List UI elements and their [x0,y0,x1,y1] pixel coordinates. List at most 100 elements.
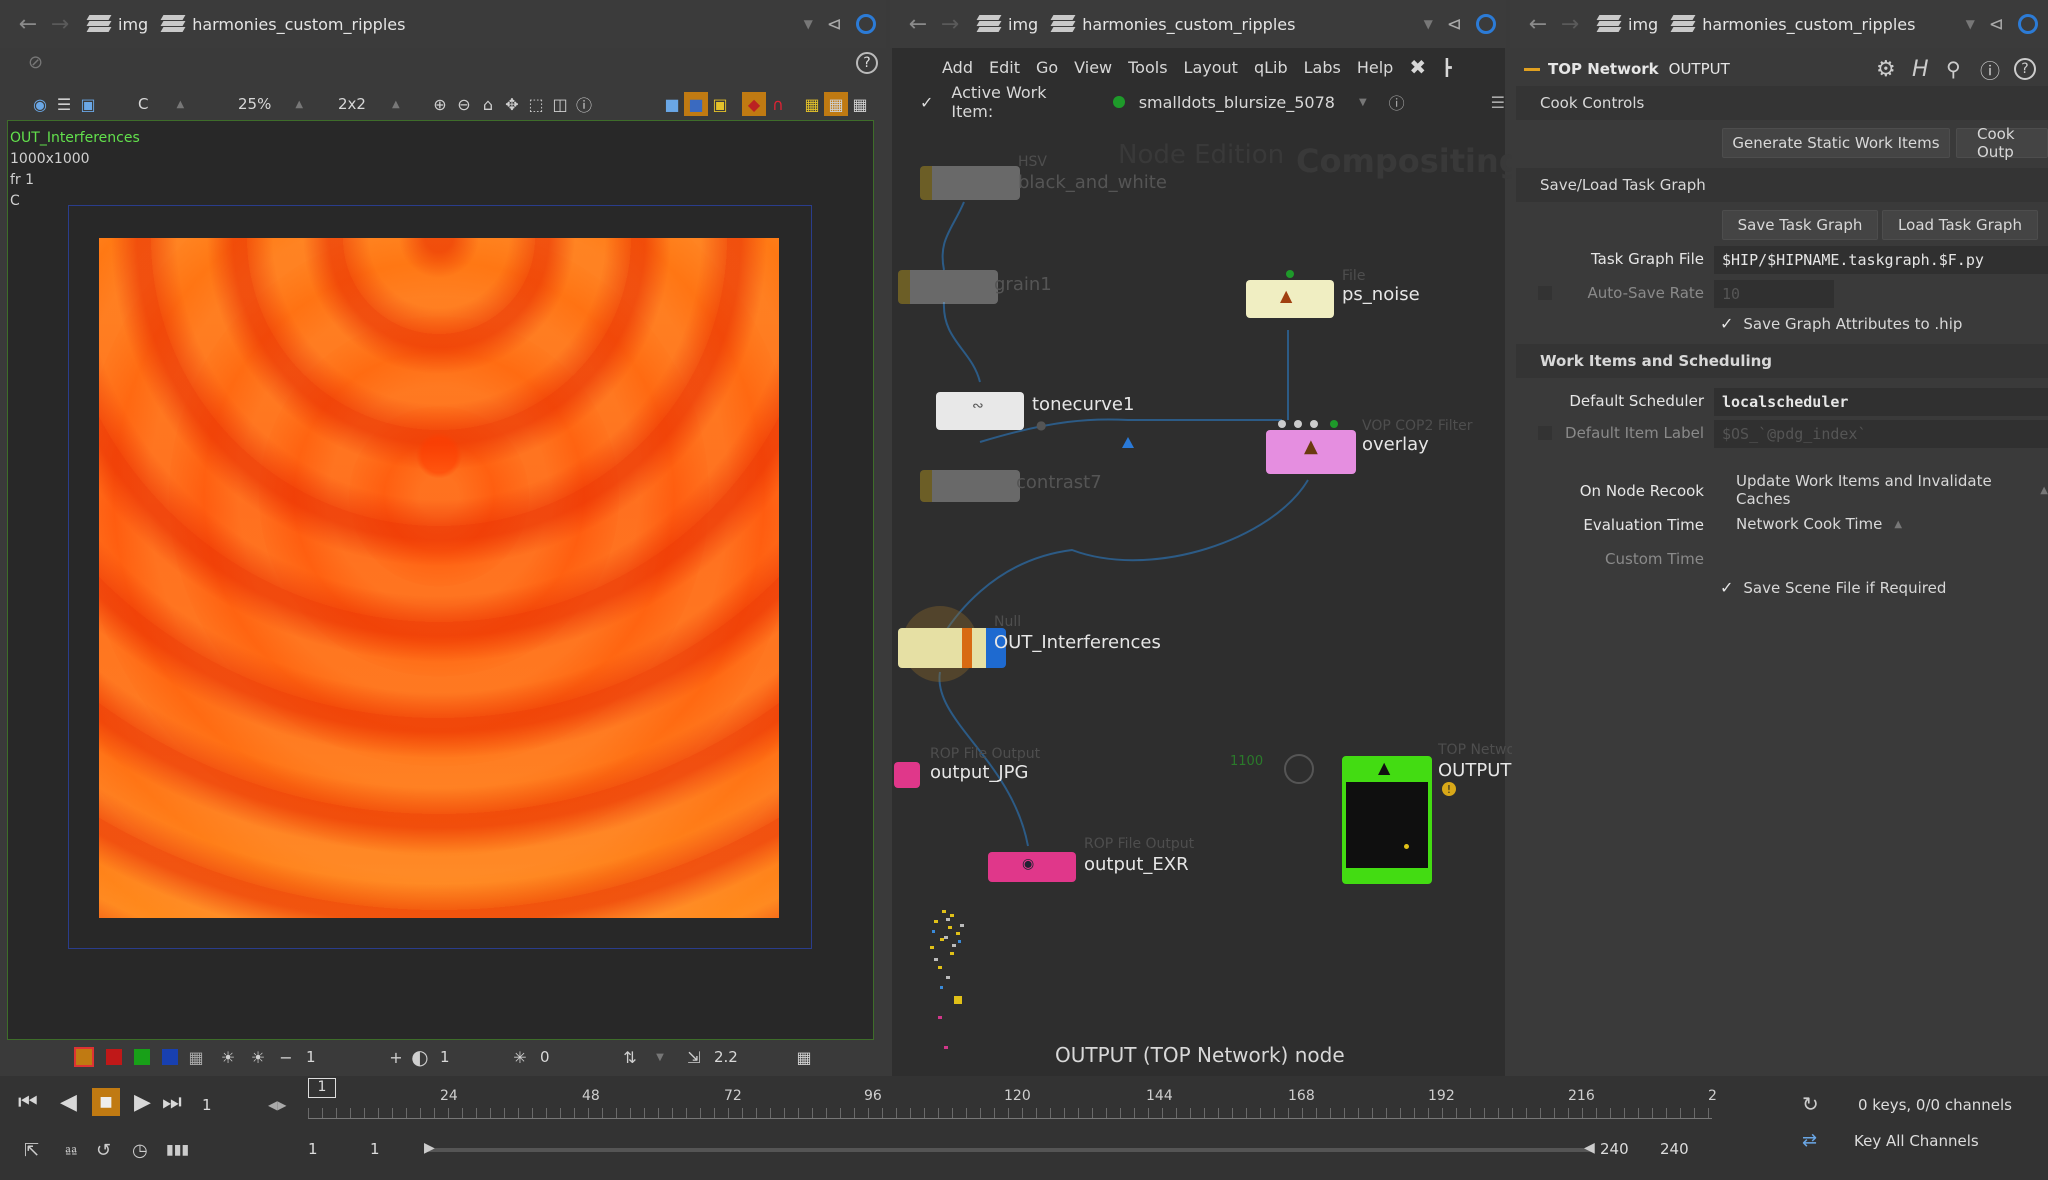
view-mode-icon[interactable]: ◉ [28,92,52,116]
step-frames-icon[interactable]: ◀▶ [268,1098,286,1112]
forward-arrow-icon[interactable]: → [1556,12,1584,37]
brightness-icon[interactable]: ☀ [216,1045,240,1069]
save-task-graph-button[interactable]: Save Task Graph [1722,210,1878,240]
generate-static-work-items-button[interactable]: Generate Static Work Items [1722,128,1950,158]
key-channels-icon[interactable]: ⇄ [1802,1130,1817,1151]
zoom-out-icon[interactable]: ⊖ [452,92,476,116]
auto-save-rate-field[interactable]: 10 [1714,280,1834,308]
help-icon[interactable]: ? [2014,58,2036,80]
minus-value[interactable]: 1 [298,1044,384,1070]
load-task-graph-button[interactable]: Load Task Graph [1882,210,2038,240]
pin-icon[interactable]: ⊲ [827,14,842,35]
active-work-item-select[interactable]: smalldots_blursize_5078 [1139,93,1335,112]
custom-time-field[interactable] [1714,546,2048,574]
wrench-icon[interactable]: ✖ [1409,55,1426,79]
dropdown-arrow-icon[interactable]: ▼ [648,1045,672,1069]
info-icon[interactable]: ⓘ [572,92,596,116]
loop-icon[interactable]: ↺ [96,1140,111,1161]
checker-icon[interactable]: ▦ [800,92,824,116]
menu-go[interactable]: Go [1036,58,1058,77]
display-icon[interactable]: ▣ [76,92,100,116]
breadcrumb-root[interactable]: img [976,15,1038,34]
key-all-channels-button[interactable]: Key All Channels [1854,1132,1979,1150]
timeline-ruler[interactable] [308,1108,1712,1119]
gamma-value[interactable]: 2.2 [706,1044,792,1070]
timeline-current-marker[interactable]: 1 [308,1078,336,1098]
region-icon[interactable]: ◫ [548,92,572,116]
pin-icon[interactable]: ⊲ [1447,14,1462,35]
all-channels-icon[interactable] [74,1047,94,1067]
zoom-select[interactable]: 25% ▲ [230,91,320,117]
breadcrumb-root[interactable]: img [86,15,148,34]
breadcrumb-network[interactable]: harmonies_custom_ripples [160,15,405,34]
houdini-h-icon[interactable]: H [1912,57,1929,82]
grid-select[interactable]: 2x2 ▲ [330,91,420,117]
info-icon[interactable]: ⓘ [1389,90,1405,114]
contrast-icon[interactable]: ◐ [408,1045,432,1069]
task-graph-file-field[interactable]: $HIP/$HIPNAME.taskgraph.$F.py [1714,246,2048,274]
no-selection-icon[interactable]: ⊘ [28,52,43,73]
range-handle-left[interactable]: ▶ [424,1140,435,1156]
task-list-icon[interactable]: ☰ [1491,93,1505,112]
link-ring-icon[interactable] [2018,14,2038,34]
dropdown-arrow-icon[interactable]: ▼ [1966,17,1975,31]
menu-tools[interactable]: Tools [1128,58,1167,77]
blue-channel-icon[interactable] [162,1049,178,1065]
lut-icon[interactable]: ⇅ [618,1045,642,1069]
layout-icon[interactable]: ▦ [848,92,872,116]
default-scheduler-field[interactable]: localscheduler [1714,388,2048,416]
range-start-field[interactable]: 1 [308,1140,318,1158]
menu-layout[interactable]: Layout [1184,58,1238,77]
brightness-alt-icon[interactable]: ☀ [246,1045,270,1069]
contrast-value[interactable]: 1 [432,1044,508,1070]
play-icon[interactable]: ▶ [134,1090,151,1115]
cook-output-button[interactable]: Cook Outp [1956,125,2048,161]
wipe-icon[interactable]: ▣ [708,92,732,116]
range-end2-field[interactable]: 240 [1660,1140,1689,1158]
zoom-in-icon[interactable]: ⊕ [428,92,452,116]
red-channel-icon[interactable] [106,1049,122,1065]
breadcrumb-root[interactable]: img [1596,15,1658,34]
menu-labs[interactable]: Labs [1304,58,1341,77]
pan-icon[interactable]: ✥ [500,92,524,116]
section-save-load[interactable]: Save/Load Task Graph [1516,168,2048,202]
frame-icon[interactable]: ⬚ [524,92,548,116]
save-scene-file-checkbox[interactable]: ✓ Save Scene File if Required [1720,578,1946,597]
exposure-value[interactable]: 0 [532,1044,618,1070]
link-ring-icon[interactable] [1476,14,1496,34]
gamma-icon[interactable]: ⇲ [682,1045,706,1069]
section-cook-controls[interactable]: Cook Controls [1516,86,2048,120]
exposure-icon[interactable]: ✳ [508,1045,532,1069]
range-handle-right[interactable]: ◀ [1584,1140,1595,1156]
checkmark-icon[interactable]: ✓ [920,93,933,112]
magnet-icon[interactable]: ∩ [766,92,790,116]
step-back-icon[interactable]: ◀ [60,1090,77,1115]
current-frame-field[interactable]: 1 [202,1096,212,1114]
tile-icon[interactable]: ▦ [824,92,848,116]
sync-icon[interactable]: ↻ [1802,1092,1819,1116]
keys-icon[interactable]: ▮▮▮ [166,1142,189,1158]
section-work-items[interactable]: Work Items and Scheduling [1516,344,2048,378]
link-ring-icon[interactable] [856,14,876,34]
range-slider[interactable] [428,1148,1594,1152]
menu-add[interactable]: Add [942,58,973,77]
on-node-recook-menu[interactable]: Update Work Items and Invalidate Caches … [1736,472,2048,508]
evaluation-time-menu[interactable]: Network Cook Time ▲ [1736,510,1902,538]
dropdown-arrow-icon[interactable]: ▼ [804,17,813,31]
back-arrow-icon[interactable]: ← [904,12,932,37]
breadcrumb-network[interactable]: harmonies_custom_ripples [1670,15,1915,34]
dropdown-arrow-icon[interactable]: ▼ [1424,17,1433,31]
pin-icon[interactable]: ⊲ [1989,14,2004,35]
menu-qlib[interactable]: qLib [1254,58,1288,77]
help-icon[interactable]: ? [856,52,878,74]
save-graph-attributes-checkbox[interactable]: ✓ Save Graph Attributes to .hip [1720,314,1962,333]
tree-icon[interactable]: ┣ [1442,58,1452,77]
alpha-channel-icon[interactable]: ▦ [184,1045,208,1069]
split-view-icon[interactable]: ■ [684,92,708,116]
back-arrow-icon[interactable]: ← [1524,12,1552,37]
stop-icon[interactable]: ■ [92,1088,120,1116]
plus-icon[interactable]: + [384,1045,408,1069]
audio-icon[interactable]: ⎂ [64,1140,78,1161]
clock-icon[interactable]: ◷ [132,1140,148,1161]
channel-select[interactable]: C ▲ [130,91,206,117]
